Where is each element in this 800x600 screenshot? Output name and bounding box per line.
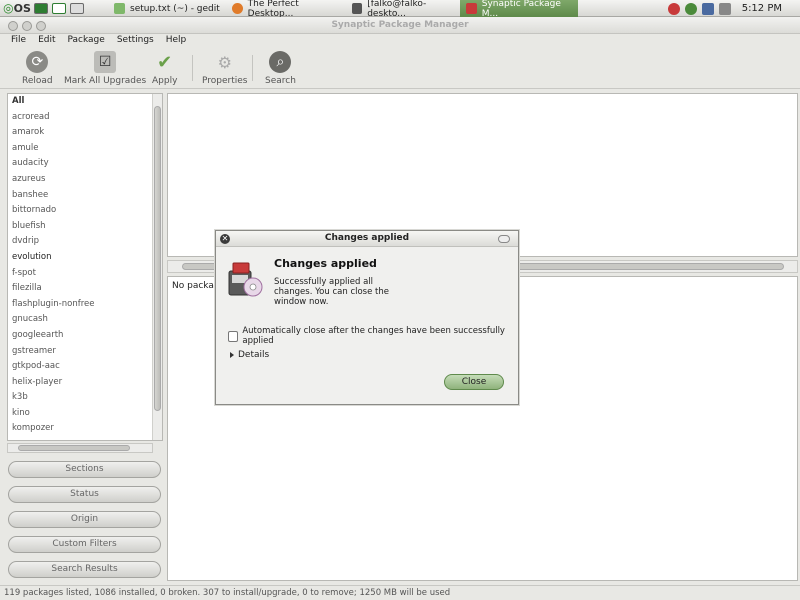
checkbox-box[interactable] (228, 330, 239, 342)
details-expander[interactable]: Details (230, 350, 269, 360)
terminal-launcher-icon[interactable] (34, 2, 48, 14)
list-item[interactable]: azureus (8, 172, 162, 188)
search-results-button[interactable]: Search Results (8, 561, 161, 578)
toolbar-separator (252, 55, 253, 81)
reload-button[interactable]: ⟳ Reload (22, 51, 53, 86)
list-item[interactable]: k3b (8, 390, 162, 406)
search-button[interactable]: ⌕ Search (265, 51, 296, 86)
scrollbar-thumb[interactable] (154, 106, 161, 411)
sections-filter-button[interactable]: Sections (8, 461, 161, 478)
list-item[interactable]: googleearth (8, 328, 162, 344)
list-item[interactable]: evolution (8, 250, 162, 266)
workspace-switcher-icon[interactable] (52, 2, 66, 14)
reload-icon: ⟳ (26, 51, 49, 73)
menu-package[interactable]: Package (68, 35, 105, 45)
menubar: File Edit Package Settings Help (0, 34, 800, 46)
list-item[interactable]: banshee (8, 188, 162, 204)
terminal-icon (352, 3, 363, 14)
checkmark-icon: ✔ (157, 51, 173, 73)
task-synaptic[interactable]: Synaptic Package M... (460, 0, 578, 19)
list-item[interactable]: bluefish (8, 219, 162, 235)
window-title: Synaptic Package Manager (331, 20, 469, 30)
status-filter-button[interactable]: Status (8, 486, 161, 503)
properties-icon: ⚙ (217, 52, 232, 72)
dialog-title: Changes applied (216, 231, 518, 247)
list-item[interactable]: kino (8, 406, 162, 422)
task-terminal[interactable]: [falko@falko-deskto... (346, 0, 458, 19)
list-item[interactable]: gstreamer (8, 344, 162, 360)
search-icon: ⌕ (269, 51, 292, 73)
mark-upgrades-icon: ☑ (94, 51, 117, 73)
list-item[interactable]: gnucash (8, 312, 162, 328)
details-label: Details (238, 350, 270, 360)
list-item[interactable]: flashplugin-nonfree (8, 297, 162, 313)
system-tray: 5:12 PM (667, 0, 800, 17)
mark-all-upgrades-button[interactable]: ☑ Mark All Upgrades (64, 51, 146, 86)
close-button[interactable]: Close (444, 374, 504, 390)
auto-close-label: Automatically close after the changes ha… (242, 326, 505, 346)
toolbar: ⟳ Reload ☑ Mark All Upgrades ✔ Apply ⚙ P… (0, 47, 800, 89)
task-gedit[interactable]: setup.txt (~) - gedit (108, 0, 223, 17)
list-item[interactable]: bittornado (8, 203, 162, 219)
package-installer-icon (228, 262, 263, 297)
sections-horizontal-scrollbar[interactable] (7, 443, 153, 453)
origin-filter-button[interactable]: Origin (8, 511, 161, 528)
beagle-icon[interactable] (684, 2, 697, 15)
network-icon[interactable] (701, 2, 714, 15)
list-item[interactable]: amule (8, 141, 162, 157)
custom-filters-button[interactable]: Custom Filters (8, 536, 161, 553)
list-item[interactable]: gtkpod-aac (8, 359, 162, 375)
gedit-icon (114, 3, 125, 14)
workspace-icon[interactable] (70, 2, 84, 14)
update-notifier-icon[interactable] (667, 2, 680, 15)
top-panel: ◎ OS setup.txt (~) - gedit The Perfect De… (0, 0, 800, 19)
list-item[interactable]: amarok (8, 125, 162, 141)
synaptic-icon (466, 3, 477, 14)
dialog-maximize-icon[interactable] (498, 235, 510, 243)
list-item[interactable]: filezilla (8, 281, 162, 297)
dialog-message: Successfully applied all changes. You ca… (274, 277, 389, 307)
list-item[interactable]: kompozer (8, 421, 162, 437)
dialog-close-icon[interactable]: ✕ (220, 234, 230, 244)
auto-close-checkbox[interactable]: Automatically close after the changes ha… (228, 326, 518, 346)
dialog-heading: Changes applied (274, 257, 377, 270)
sections-list[interactable]: All acroread amarok amule audacity azure… (7, 93, 163, 441)
menu-settings[interactable]: Settings (117, 35, 154, 45)
properties-button[interactable]: ⚙ Properties (202, 51, 247, 87)
task-firefox[interactable]: The Perfect Desktop... (226, 0, 344, 19)
changes-applied-dialog: Changes applied ✕ Changes applied Succes… (215, 230, 519, 405)
list-item[interactable]: All (8, 94, 162, 110)
os-logo[interactable]: ◎ OS (0, 0, 34, 17)
list-item[interactable]: dvdrip (8, 234, 162, 250)
apply-button[interactable]: ✔ Apply (152, 51, 177, 87)
firefox-icon (232, 3, 243, 14)
menu-edit[interactable]: Edit (38, 35, 55, 45)
volume-icon[interactable] (718, 2, 731, 15)
expander-arrow-icon (230, 352, 234, 358)
toolbar-separator (192, 55, 193, 81)
list-item[interactable]: acroread (8, 110, 162, 126)
clock[interactable]: 5:12 PM (742, 3, 782, 14)
status-bar: 119 packages listed, 1086 installed, 0 b… (0, 585, 800, 600)
menu-file[interactable]: File (11, 35, 26, 45)
list-item[interactable]: f-spot (8, 266, 162, 282)
list-item[interactable]: helix-player (8, 375, 162, 391)
sections-vertical-scrollbar[interactable] (152, 94, 162, 440)
menu-help[interactable]: Help (166, 35, 187, 45)
list-item[interactable]: audacity (8, 156, 162, 172)
window-titlebar: Synaptic Package Manager (0, 17, 800, 34)
scrollbar-thumb[interactable] (18, 445, 130, 451)
